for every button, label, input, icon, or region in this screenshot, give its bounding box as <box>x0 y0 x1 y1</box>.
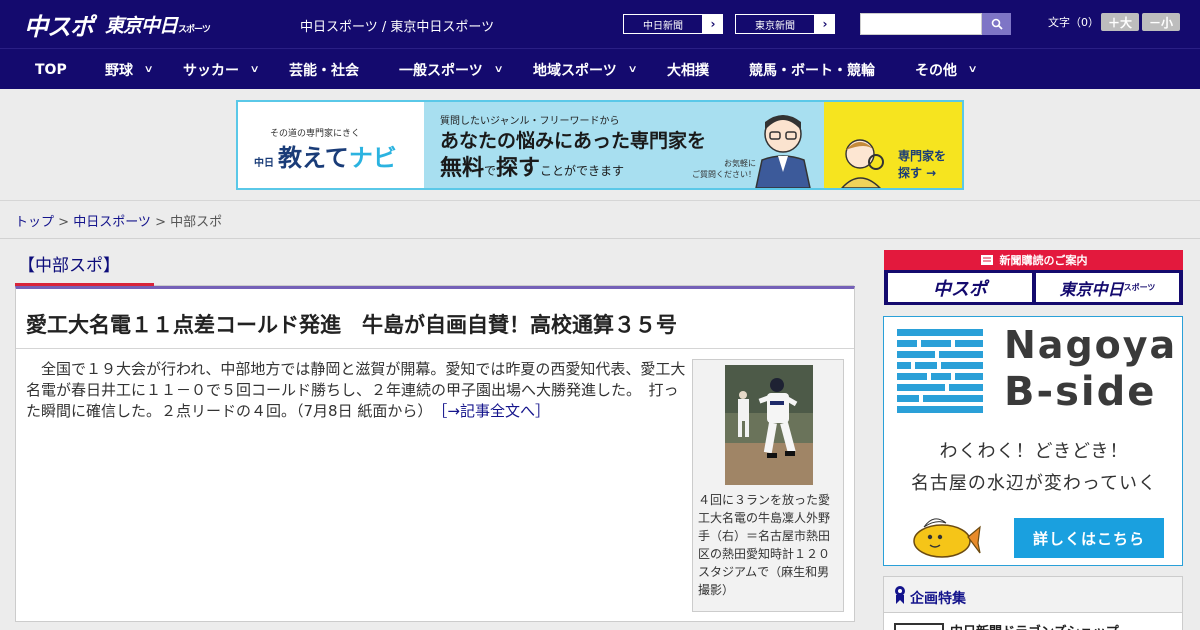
chevron-down-icon: ∨ <box>143 64 154 75</box>
ad-logo-area: その道の専門家にきく 中日 教えてナビ <box>238 102 424 188</box>
thinking-person-icon <box>841 139 884 188</box>
main-nav: TOP 野球 ∨ サッカー ∨ 芸能・社会 一般スポーツ ∨ 地域スポーツ ∨ 大相撲 … <box>0 48 1200 89</box>
ad-note: お気軽に ご質問ください！ <box>692 159 756 179</box>
subscription-box: 新聞購読のご案内 中スポ 東京中日 スポーツ <box>884 250 1183 305</box>
nav-item-other[interactable]: その他 ∨ <box>915 49 978 90</box>
nav-item-entertainment[interactable]: 芸能・社会 <box>289 49 359 90</box>
divider <box>0 238 1200 239</box>
feature-thumbnail[interactable] <box>894 623 944 630</box>
bside-logo-icon <box>897 329 983 413</box>
article-body: 全国で１９大会が行われ、中部地方では静岡と滋賀が開幕。愛知では昨夏の西愛知代表、… <box>26 360 686 420</box>
breadcrumb: トップ > 中日スポーツ > 中部スポ <box>15 215 223 230</box>
feature-header: 企画特集 <box>884 577 1182 613</box>
tokyo-shimbun-label: 東京新聞 <box>735 14 815 34</box>
article-card: 愛工大名電１１点差コールド発進 牛島が自画自賛！高校通算３５号 全国で１９大会が… <box>15 286 855 622</box>
photo-box: ４回に３ランを放った愛工大名電の牛島凜人外野手（右）＝名古屋市熱田区の熱田愛知時… <box>692 359 844 612</box>
feature-box: 企画特集 中日新聞ドラゴンズショップ <box>883 576 1183 630</box>
search-input[interactable] <box>860 13 982 35</box>
chevron-down-icon: ∨ <box>493 64 504 75</box>
chunichi-shimbun-button[interactable]: 中日新聞 › <box>622 13 724 35</box>
ad-zone: その道の専門家にきく 中日 教えてナビ 質問したいジャンル・フリーワードから あな… <box>0 89 1200 201</box>
feature-title: 企画特集 <box>910 591 966 607</box>
chunichi-shimbun-label: 中日新聞 <box>623 14 703 34</box>
font-size-label: 文字（0） <box>1048 16 1099 29</box>
search-button[interactable] <box>982 13 1011 35</box>
font-smaller-button[interactable]: －小 <box>1142 13 1180 31</box>
tokyo-chunichi-logo[interactable]: 東京中日スポーツ <box>105 11 211 38</box>
nagoya-bside-ad[interactable]: Nagoya B-side わくわく！どきどき！ 名古屋の水辺が変わっていく 詳… <box>883 316 1183 566</box>
nav-item-soccer[interactable]: サッカー ∨ <box>183 49 260 90</box>
chevron-down-icon: ∨ <box>967 64 978 75</box>
chuspo-logo[interactable]: 中スポ <box>24 7 94 42</box>
ad-logo-text: 中日 教えてナビ <box>254 144 397 172</box>
chevron-right-icon: › <box>815 14 835 34</box>
subscribe-tokyo-chunichi-button[interactable]: 東京中日 スポーツ <box>1036 273 1179 302</box>
nav-item-racing[interactable]: 競馬・ボート・競輪 <box>749 49 875 90</box>
subscribe-chuspo-button[interactable]: 中スポ <box>888 273 1032 302</box>
ebi-fry-mascot-icon <box>913 518 981 558</box>
ad-line-2: 無料で探すことができます <box>440 156 625 181</box>
article-photo[interactable] <box>725 365 813 485</box>
bside-line-1: わくわく！どきどき！ <box>939 441 1129 462</box>
article-headline[interactable]: 愛工大名電１１点差コールド発進 牛島が自画自賛！高校通算３５号 <box>26 309 677 339</box>
tokyo-shimbun-button[interactable]: 東京新聞 › <box>734 13 836 35</box>
oshiete-navi-ad-banner[interactable]: その道の専門家にきく 中日 教えてナビ 質問したいジャンル・フリーワードから あな… <box>236 100 964 190</box>
ribbon-badge-icon <box>895 586 905 604</box>
chevron-down-icon: ∨ <box>627 64 638 75</box>
ad-question: 質問したいジャンル・フリーワードから <box>440 116 620 127</box>
newspaper-icon <box>980 255 993 265</box>
site-links[interactable]: 中日スポーツ / 東京中日スポーツ <box>300 16 494 35</box>
read-more-link[interactable]: ［→記事全文へ］ <box>440 402 550 420</box>
font-larger-button[interactable]: ＋大 <box>1101 13 1139 31</box>
bside-details-button[interactable]: 詳しくはこちら <box>1014 518 1164 558</box>
nav-item-local-sports[interactable]: 地域スポーツ ∨ <box>533 49 638 90</box>
breadcrumb-current: 中部スポ <box>170 215 223 230</box>
bside-word-nagoya: Nagoya <box>1004 323 1178 367</box>
breadcrumb-top-link[interactable]: トップ <box>15 215 54 230</box>
photo-caption: ４回に３ランを放った愛工大名電の牛島凜人外野手（右）＝名古屋市熱田区の熱田愛知時… <box>698 493 831 597</box>
bside-word-bside: B-side <box>1004 369 1157 415</box>
top-header: 中スポ 東京中日スポーツ 中日スポーツ / 東京中日スポーツ 中日新聞 › 東京… <box>0 0 1200 48</box>
bside-line-2: 名古屋の水辺が変わっていく <box>910 473 1158 494</box>
nav-item-sumo[interactable]: 大相撲 <box>667 49 709 90</box>
businessman-illustration-icon <box>755 115 811 188</box>
divider <box>16 348 854 349</box>
baseball-player-photo <box>725 365 813 485</box>
subscription-header: 新聞購読のご案内 <box>884 250 1183 270</box>
ad-line-1: あなたの悩みにあった専門家を <box>440 130 707 152</box>
chevron-right-icon: › <box>703 14 723 34</box>
section-title: 【中部スポ】 <box>15 250 154 286</box>
chevron-down-icon: ∨ <box>249 64 260 75</box>
ad-cta-area[interactable]: 専門家を 探す → <box>824 102 962 188</box>
ad-cta-text: 専門家を 探す → <box>898 149 947 180</box>
feature-item-link[interactable]: 中日新聞ドラゴンズショップ <box>950 621 1119 630</box>
nav-item-top[interactable]: TOP <box>35 49 67 90</box>
breadcrumb-chunichi-link[interactable]: 中日スポーツ <box>73 215 151 230</box>
nav-item-general-sports[interactable]: 一般スポーツ ∨ <box>399 49 504 90</box>
nav-item-baseball[interactable]: 野球 ∨ <box>105 49 154 90</box>
site-logo[interactable]: 中スポ 東京中日スポーツ <box>24 7 211 42</box>
search-icon <box>991 18 1003 30</box>
